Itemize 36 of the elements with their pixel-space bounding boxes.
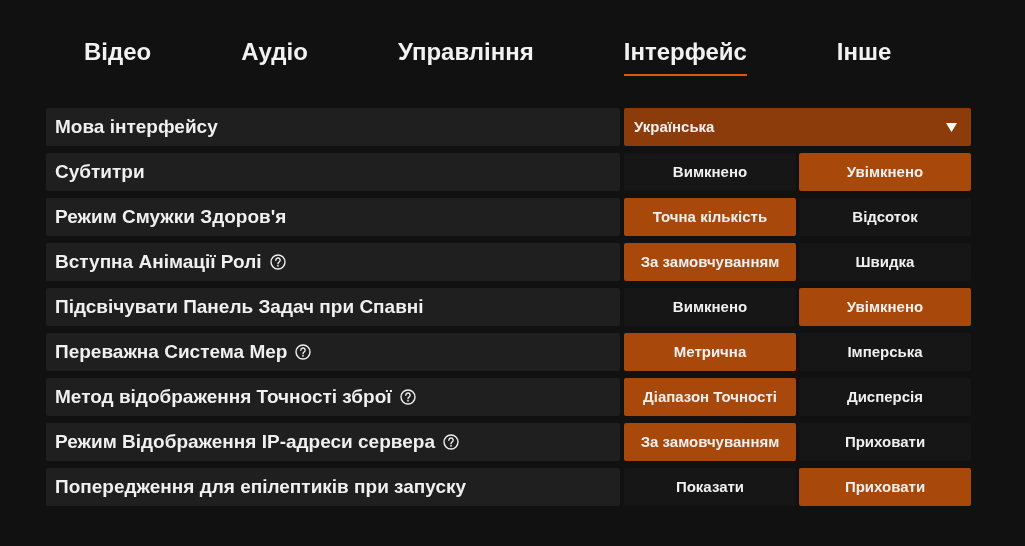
option-button[interactable]: За замовчуванням — [624, 423, 796, 461]
tab[interactable]: Інтерфейс — [623, 36, 747, 76]
setting-label: Метод відображення Точності зброї — [55, 384, 392, 409]
setting-label: Субтитри — [55, 159, 145, 184]
help-icon[interactable] — [269, 254, 286, 270]
option-button[interactable]: Увімкнено — [799, 288, 971, 326]
language-dropdown[interactable]: Українська — [624, 108, 971, 146]
tab[interactable]: Відео — [84, 36, 152, 76]
option-button[interactable]: Імперська — [799, 333, 971, 371]
tab[interactable]: Управління — [397, 36, 534, 76]
option-button[interactable]: Відсоток — [799, 198, 971, 236]
setting-label: Режим Смужки Здоров'я — [55, 204, 287, 229]
option-button[interactable]: Точна кількість — [624, 198, 796, 236]
help-icon[interactable] — [442, 434, 459, 450]
option-button[interactable]: Діапазон Точності — [624, 378, 796, 416]
setting-label: Попередження для епілептиків при запуску — [55, 474, 467, 499]
option-button[interactable]: Показати — [624, 468, 796, 506]
setting-label: Мова інтерфейсу — [55, 114, 218, 139]
option-button[interactable]: Вимкнено — [624, 153, 796, 191]
option-button[interactable]: Дисперсія — [799, 378, 971, 416]
setting-label: Переважна Система Мер — [55, 339, 288, 364]
help-icon[interactable] — [399, 389, 416, 405]
tab[interactable]: Аудіо — [241, 36, 308, 76]
tab[interactable]: Інше — [836, 36, 892, 76]
option-button[interactable]: Метрична — [624, 333, 796, 371]
setting-label: Вступна Анімації Ролі — [55, 249, 262, 274]
option-button[interactable]: За замовчуванням — [624, 243, 796, 281]
option-button[interactable]: Вимкнено — [624, 288, 796, 326]
option-button[interactable]: Швидка — [799, 243, 971, 281]
setting-label: Підсвічувати Панель Задач при Спавні — [55, 294, 424, 319]
option-button[interactable]: Приховати — [799, 468, 971, 506]
option-button[interactable]: Приховати — [799, 423, 971, 461]
setting-label: Режим Відображення IP-адреси сервера — [55, 429, 435, 454]
option-button[interactable]: Увімкнено — [799, 153, 971, 191]
caret-icon — [946, 122, 957, 132]
help-icon[interactable] — [295, 344, 312, 360]
